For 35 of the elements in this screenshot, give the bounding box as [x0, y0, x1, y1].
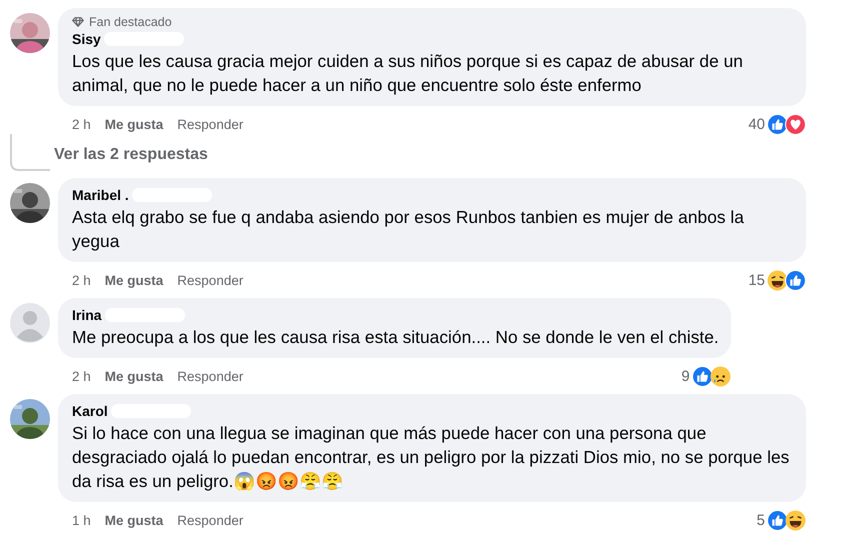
reaction-count[interactable]: 15: [748, 272, 765, 288]
reply-link[interactable]: Responder: [177, 512, 244, 528]
comment-text: Si lo hace con una llegua se imaginan que más puede hacer con una persona que desgraciado ojalá lo puedan encontrar, es un peligro por la pizzati Dios mio, no se porque les da risa es un peligro.😱😡😡😤😤: [72, 422, 790, 493]
reply-link[interactable]: Responder: [177, 272, 244, 288]
thumbs-up-icon[interactable]: [785, 270, 806, 290]
timestamp-link[interactable]: 2 h: [72, 272, 91, 288]
comment-text: Asta elq grabo se fue q andaba asiendo por esos Runbos tanbien es mujer de anbos la yegua: [72, 206, 745, 253]
author-name[interactable]: Karol: [72, 403, 108, 419]
like-link[interactable]: Me gusta: [104, 116, 164, 132]
author-name[interactable]: Irina: [72, 307, 102, 323]
diamond-icon: [72, 17, 84, 27]
thread-line: [10, 134, 50, 174]
laughing-face-icon[interactable]: [767, 270, 788, 290]
author-name[interactable]: Sisy: [72, 31, 101, 47]
laughing-face-icon[interactable]: [785, 510, 806, 530]
author-name[interactable]: Maribel .: [72, 187, 129, 203]
view-replies-link[interactable]: Ver las 2 respuestas: [50, 146, 208, 164]
timestamp-link[interactable]: 2 h: [72, 368, 91, 384]
reply-link[interactable]: Responder: [177, 116, 244, 132]
comment-text: Me preocupa a los que les causa risa esta situación.... No se donde le ven el chiste.: [72, 326, 719, 349]
reaction-count[interactable]: 5: [756, 512, 765, 528]
like-link[interactable]: Me gusta: [104, 512, 164, 528]
badge-label: Fan destacado: [89, 15, 172, 29]
sad-face-icon[interactable]: [710, 366, 731, 386]
reaction-count[interactable]: 9: [681, 368, 690, 384]
timestamp-link[interactable]: 2 h: [72, 116, 91, 132]
like-link[interactable]: Me gusta: [104, 368, 164, 384]
reaction-count[interactable]: 40: [748, 116, 765, 132]
like-link[interactable]: Me gusta: [104, 272, 164, 288]
thumbs-up-icon[interactable]: [767, 510, 788, 530]
thumbs-up-icon[interactable]: [692, 366, 713, 386]
comment-text: Los que les causa gracia mejor cuiden a sus niños porque si es capaz de abusar de un animal, que no le puede hacer a un niño que encuentre solo éste enfermo: [72, 50, 744, 97]
timestamp-link[interactable]: 1 h: [72, 512, 91, 528]
reply-link[interactable]: Responder: [177, 368, 244, 384]
thumbs-up-icon[interactable]: [767, 114, 788, 134]
